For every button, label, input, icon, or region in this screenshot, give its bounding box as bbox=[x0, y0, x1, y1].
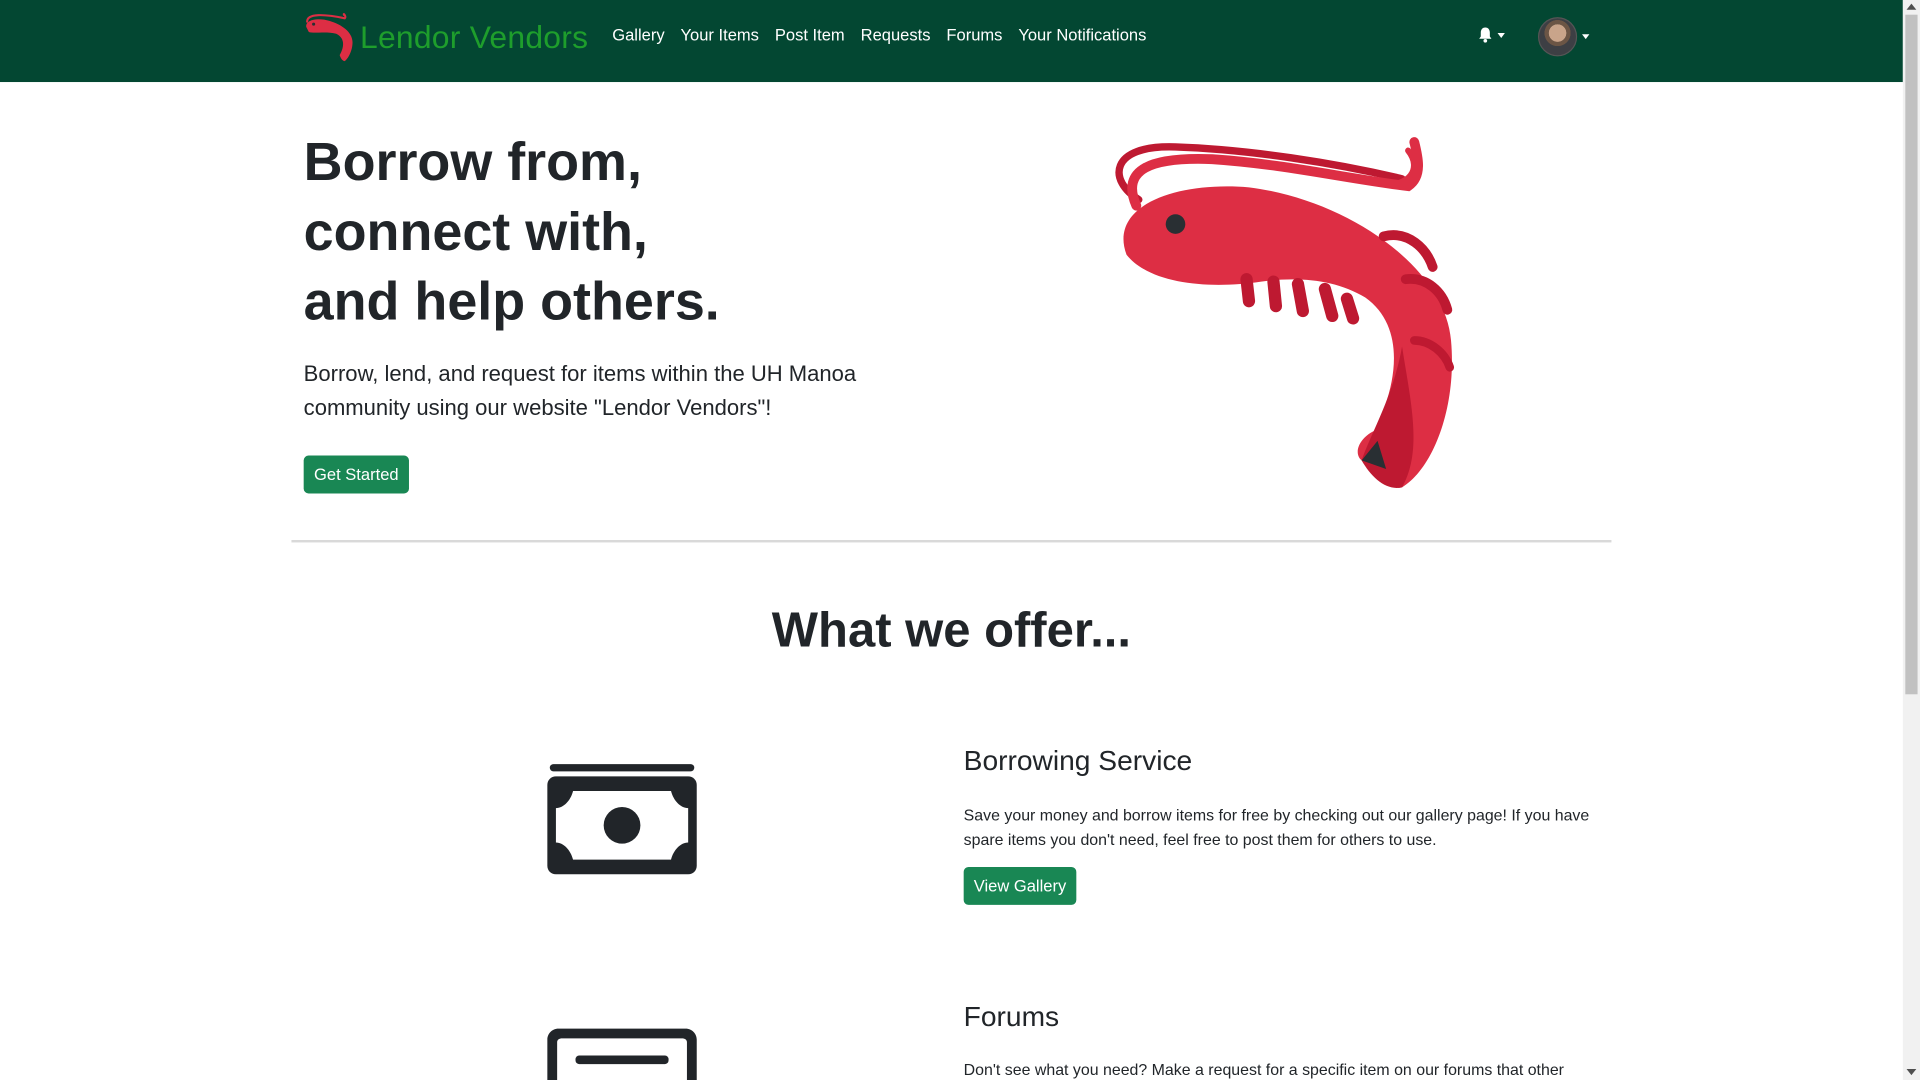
chevron-down-icon bbox=[1582, 34, 1590, 40]
brand-name[interactable]: Lendor Vendors bbox=[360, 18, 588, 56]
user-menu-dropdown[interactable] bbox=[1537, 17, 1590, 57]
scroll-down-arrow-icon[interactable] bbox=[1906, 1068, 1917, 1076]
page-viewport: Lendor Vendors Gallery Your Items Post I… bbox=[0, 0, 1920, 1080]
nav-link-your-items[interactable]: Your Items bbox=[681, 26, 759, 44]
service-title-forums: Forums bbox=[963, 1000, 1060, 1033]
scrollbar-thumb[interactable] bbox=[1905, 14, 1918, 695]
service-description-borrowing: Save your money and borrow items for fre… bbox=[963, 805, 1590, 849]
navbar: Lendor Vendors Gallery Your Items Post I… bbox=[0, 0, 1903, 83]
nav-links: Gallery Your Items Post Item Requests Fo… bbox=[612, 26, 1162, 44]
brand[interactable]: Lendor Vendors bbox=[304, 10, 589, 64]
hero-subtitle: Borrow, lend, and request for items with… bbox=[303, 361, 857, 421]
scroll-up-arrow-icon[interactable] bbox=[1906, 3, 1917, 10]
section-divider bbox=[291, 540, 1612, 543]
get-started-button[interactable]: Get Started bbox=[303, 455, 409, 494]
nav-link-post-item[interactable]: Post Item bbox=[775, 26, 845, 44]
notifications-dropdown[interactable] bbox=[1478, 27, 1505, 43]
service-title-borrowing: Borrowing Service bbox=[963, 744, 1193, 777]
hero-title: Borrow from, connect with, and help othe… bbox=[303, 132, 720, 332]
offers-heading: What we offer... bbox=[771, 603, 1132, 658]
shrimp-logo-icon bbox=[306, 13, 353, 62]
nav-link-requests[interactable]: Requests bbox=[861, 26, 931, 44]
service-description-forums: Don't see what you need? Make a request … bbox=[963, 1060, 1564, 1079]
nav-link-forums[interactable]: Forums bbox=[946, 26, 1002, 44]
money-icon bbox=[547, 764, 697, 875]
card-icon bbox=[547, 1028, 697, 1080]
avatar[interactable] bbox=[1537, 17, 1578, 57]
nav-link-your-notifications[interactable]: Your Notifications bbox=[1018, 26, 1146, 44]
view-gallery-button[interactable]: View Gallery bbox=[963, 866, 1077, 905]
nav-link-gallery[interactable]: Gallery bbox=[612, 26, 664, 44]
chevron-down-icon bbox=[1497, 32, 1505, 38]
bell-icon bbox=[1479, 27, 1492, 43]
shrimp-illustration-icon bbox=[1115, 137, 1455, 488]
